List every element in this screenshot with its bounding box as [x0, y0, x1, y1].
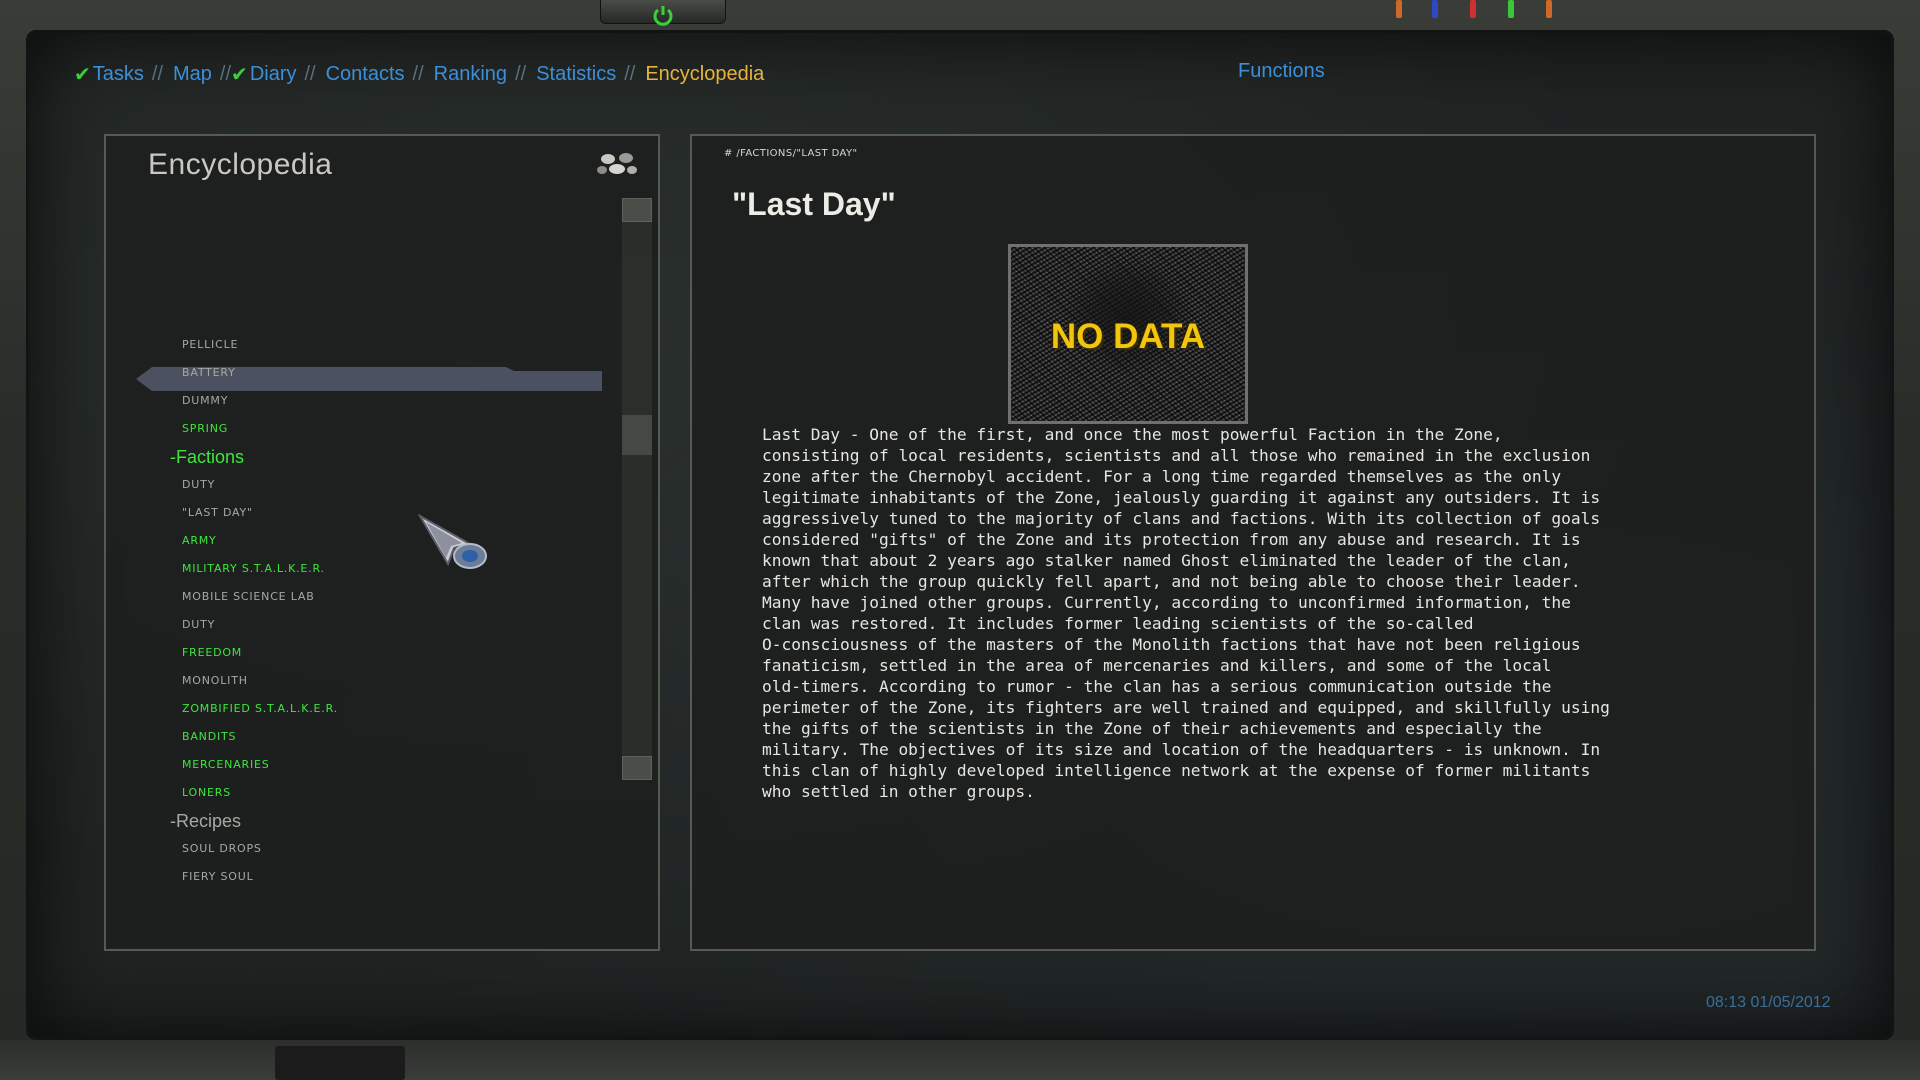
article-line: the gifts of the scientists in the Zone … — [762, 719, 1542, 738]
tree-item-fiery-soul[interactable]: FIERY SOUL — [182, 865, 254, 889]
bottom-slot — [275, 1046, 405, 1080]
check-icon: ✔ — [74, 63, 91, 86]
mouse-cursor-icon — [418, 514, 487, 569]
tab-contacts[interactable]: Contacts — [326, 63, 405, 86]
status-led-orange-2 — [1546, 0, 1552, 18]
breadcrumb: # /FACTIONS/"LAST DAY" — [724, 148, 858, 159]
tab-ranking[interactable]: Ranking — [434, 63, 507, 86]
tree-item-pellicle[interactable]: PELLICLE — [182, 333, 238, 357]
tree-item-mercenaries[interactable]: MERCENARIES — [182, 753, 270, 777]
article-line: zone after the Chernobyl accident. For a… — [762, 467, 1562, 486]
faction-logo-icon — [597, 153, 637, 174]
article-line: clan was restored. It includes former le… — [762, 614, 1474, 633]
tree-item-duty-2[interactable]: DUTY — [182, 613, 215, 637]
status-led-green — [1508, 0, 1514, 18]
tree-item-loners[interactable]: LONERS — [182, 781, 231, 805]
article-line: known that about 2 years ago stalker nam… — [762, 551, 1571, 570]
article-line: consisting of local residents, scientist… — [762, 446, 1591, 465]
nav-separator: // — [219, 62, 232, 85]
article-line: considered "gifts" of the Zone and its p… — [762, 530, 1581, 549]
tree-item-dummy[interactable]: DUMMY — [182, 389, 228, 413]
panel-title: Encyclopedia — [148, 148, 333, 181]
article-line: Many have joined other groups. Currently… — [762, 593, 1571, 612]
nav-separator: // — [304, 62, 316, 85]
article-line: after which the group quickly fell apart… — [762, 572, 1581, 591]
scroll-down-button[interactable] — [622, 756, 652, 780]
article-line: perimeter of the Zone, its fighters are … — [762, 698, 1610, 717]
article-panel: # /FACTIONS/"LAST DAY" "Last Day" NO DAT… — [690, 134, 1816, 951]
article-line: this clan of highly developed intelligen… — [762, 761, 1591, 780]
tree-item-zombified-stalker[interactable]: ZOMBIFIED S.T.A.L.K.E.R. — [182, 697, 338, 721]
tree-item-duty[interactable]: DUTY — [182, 473, 215, 497]
article-body: Last Day - One of the first, and once th… — [762, 424, 1610, 802]
article-line: O-consciousness of the masters of the Mo… — [762, 635, 1581, 654]
tab-encyclopedia[interactable]: Encyclopedia — [645, 63, 764, 86]
top-nav: ✔ Tasks // Map // ✔ Diary // Contacts //… — [74, 60, 764, 88]
tree-item-military-stalker[interactable]: MILITARY S.T.A.L.K.E.R. — [182, 557, 325, 581]
tree-item-spring[interactable]: SPRING — [182, 417, 228, 441]
tab-diary[interactable]: Diary — [250, 63, 297, 86]
status-led-blue — [1432, 0, 1438, 18]
article-line: Last Day - One of the first, and once th… — [762, 425, 1503, 444]
article-line: aggressively tuned to the majority of cl… — [762, 509, 1601, 528]
encyclopedia-tree-panel: Encyclopedia PELLICLE BATTERY DUMMY SPRI… — [104, 134, 660, 951]
scroll-thumb[interactable] — [622, 415, 652, 455]
nav-separator: // — [624, 62, 636, 85]
no-data-label: NO DATA — [1050, 317, 1206, 356]
scroll-up-button[interactable] — [622, 198, 652, 222]
power-icon[interactable] — [651, 4, 675, 26]
functions-menu[interactable]: Functions — [1238, 60, 1325, 83]
status-led-red — [1470, 0, 1476, 18]
tab-map[interactable]: Map — [173, 63, 212, 86]
tree-category-recipes[interactable]: -Recipes — [170, 808, 241, 834]
article-line: fanaticism, settled in the area of merce… — [762, 656, 1552, 675]
tree-category-factions[interactable]: -Factions — [170, 444, 244, 470]
check-icon: ✔ — [231, 63, 248, 86]
article-image-placeholder: NO DATA — [1008, 244, 1248, 424]
article-title: "Last Day" — [732, 186, 896, 222]
tree-item-battery[interactable]: BATTERY — [182, 361, 236, 385]
tab-statistics[interactable]: Statistics — [536, 63, 616, 86]
tab-tasks[interactable]: Tasks — [93, 63, 144, 86]
tree-item-freedom[interactable]: FREEDOM — [182, 641, 242, 665]
nav-separator: // — [412, 62, 424, 85]
nav-separator: // — [515, 62, 527, 85]
tree-item-bandits[interactable]: BANDITS — [182, 725, 236, 749]
article-line: legitimate inhabitants of the Zone, jeal… — [762, 488, 1601, 507]
tree-item-last-day[interactable]: "LAST DAY" — [182, 501, 253, 525]
status-led-orange — [1396, 0, 1402, 18]
article-line: old-timers. According to rumor - the cla… — [762, 677, 1552, 696]
datetime-readout: 08:13 01/05/2012 — [1706, 994, 1831, 1011]
nav-separator: // — [151, 62, 164, 85]
article-line: military. The objectives of its size and… — [762, 740, 1601, 759]
tree-item-monolith[interactable]: MONOLITH — [182, 669, 248, 693]
tree-scrollbar[interactable] — [622, 198, 652, 780]
tree-item-army[interactable]: ARMY — [182, 529, 217, 553]
article-line: who settled in other groups. — [762, 782, 1035, 801]
tree-item-mobile-science-lab[interactable]: MOBILE SCIENCE LAB — [182, 585, 315, 609]
tree-item-soul-drops[interactable]: SOUL DROPS — [182, 837, 262, 861]
